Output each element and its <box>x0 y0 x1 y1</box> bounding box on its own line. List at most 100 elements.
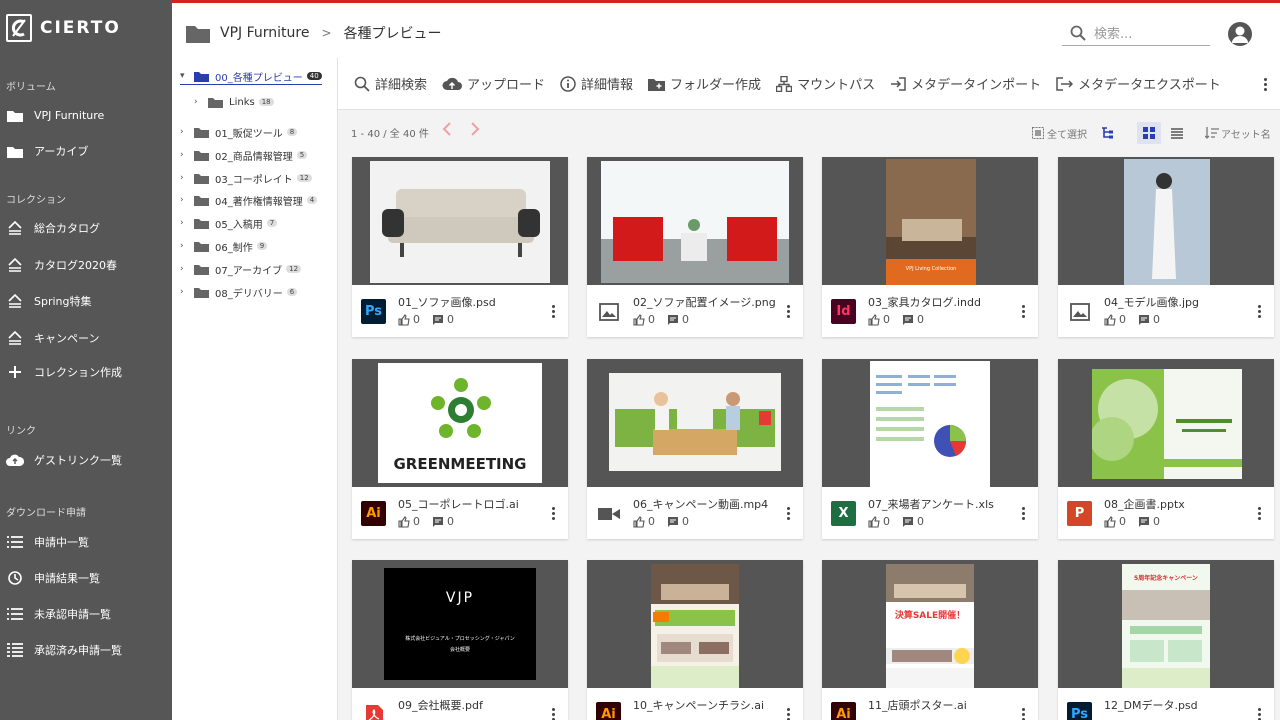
thumbs-up-icon[interactable] <box>633 515 645 528</box>
more-options-icon[interactable] <box>1258 708 1262 720</box>
thumbs-up-icon[interactable] <box>398 515 410 528</box>
tree-node-folder[interactable]: › 03_コーポレイト 12 <box>180 170 312 186</box>
asset-card[interactable]: VJP 株式会社ビジュアル・プロセッシング・ジャパン 会社概要 09_会社概要.… <box>352 560 568 720</box>
sidebar-item-catalog-2020[interactable]: カタログ2020春 <box>6 254 117 276</box>
next-page-icon[interactable] <box>470 122 480 136</box>
tree-node-links[interactable]: › Links 18 <box>194 94 274 110</box>
thumbs-up-icon[interactable] <box>633 313 645 326</box>
sidebar-item-results[interactable]: 申請結果一覧 <box>6 567 100 589</box>
asset-card[interactable]: 02_ソファ配置イメージ.png 0 0 <box>587 157 803 337</box>
asset-card[interactable]: 04_モデル画像.jpg 0 0 <box>1058 157 1274 337</box>
more-options-icon[interactable] <box>1022 305 1026 320</box>
asset-thumbnail[interactable] <box>1058 359 1274 487</box>
comment-icon[interactable] <box>667 516 679 528</box>
asset-card[interactable]: Ai 10_キャンペーンチラシ.ai <box>587 560 803 720</box>
more-menu-icon[interactable] <box>1264 78 1268 93</box>
app-logo[interactable]: CIERTO <box>6 14 121 42</box>
user-avatar[interactable] <box>1228 22 1252 46</box>
grid-view-button[interactable] <box>1137 122 1161 144</box>
breadcrumb-item-volume[interactable]: VPJ Furniture <box>220 25 309 41</box>
sidebar-item-guest-links[interactable]: ゲストリンク一覧 <box>6 449 122 471</box>
asset-thumbnail[interactable]: 決算SALE開催！ <box>822 560 1038 688</box>
asset-name: 09_会社概要.pdf <box>398 699 483 712</box>
asset-thumbnail[interactable] <box>587 560 803 688</box>
comment-icon[interactable] <box>902 516 914 528</box>
metadata-import-button[interactable]: メタデータインポート <box>890 74 1041 93</box>
asset-card[interactable]: X 07_来場者アンケート.xls 0 0 <box>822 359 1038 539</box>
more-options-icon[interactable] <box>552 708 556 720</box>
asset-thumbnail[interactable] <box>587 359 803 487</box>
details-button[interactable]: 詳細情報 <box>560 74 633 93</box>
more-options-icon[interactable] <box>552 305 556 320</box>
sidebar-item-pending[interactable]: 申請中一覧 <box>6 531 89 553</box>
asset-thumbnail[interactable]: VJP 株式会社ビジュアル・プロセッシング・ジャパン 会社概要 <box>352 560 568 688</box>
asset-card[interactable]: P 08_企画書.pptx 0 0 <box>1058 359 1274 539</box>
asset-thumbnail[interactable]: 5周年記念キャンペーン <box>1058 560 1274 688</box>
mount-path-button[interactable]: マウントパス <box>776 74 875 93</box>
sidebar-item-campaign[interactable]: キャンペーン <box>6 327 99 349</box>
more-options-icon[interactable] <box>787 708 791 720</box>
asset-card[interactable]: GREENMEETING Ai 05_コーポレートロゴ.ai 0 0 <box>352 359 568 539</box>
sidebar-item-unapproved[interactable]: 未承認申請一覧 <box>6 603 111 625</box>
select-all-icon[interactable] <box>1032 127 1044 139</box>
tree-node-folder[interactable]: › 05_入稿用 7 <box>180 215 278 231</box>
asset-card[interactable]: VPJ Living Collection Id 03_家具カタログ.indd … <box>822 157 1038 337</box>
more-options-icon[interactable] <box>552 507 556 522</box>
more-options-icon[interactable] <box>1258 305 1262 320</box>
more-options-icon[interactable] <box>1022 507 1026 522</box>
create-collection-button[interactable]: コレクション作成 <box>6 361 122 383</box>
list-view-button[interactable] <box>1165 122 1189 144</box>
tree-node-folder[interactable]: › 07_アーカイブ 12 <box>180 261 302 277</box>
tree-node-folder[interactable]: › 02_商品情報管理 5 <box>180 147 308 163</box>
asset-thumbnail[interactable] <box>352 157 568 285</box>
thumbs-up-icon[interactable] <box>868 515 880 528</box>
create-folder-button[interactable]: フォルダー作成 <box>648 74 761 93</box>
comment-icon[interactable] <box>667 314 679 326</box>
advanced-search-button[interactable]: 詳細検索 <box>354 74 427 93</box>
metadata-export-button[interactable]: メタデータエクスポート <box>1056 74 1221 93</box>
select-all-label[interactable]: 全て選択 <box>1047 126 1087 141</box>
tree-view-icon[interactable] <box>1101 127 1115 139</box>
count-badge: 6 <box>286 288 298 296</box>
asset-name: 10_キャンペーンチラシ.ai <box>633 699 765 712</box>
thumbs-up-icon[interactable] <box>1104 313 1116 326</box>
comment-icon[interactable] <box>432 516 444 528</box>
sidebar-item-archive[interactable]: アーカイブ <box>6 140 88 162</box>
more-options-icon[interactable] <box>787 507 791 522</box>
asset-card[interactable]: 決算SALE開催！ Ai 11_店頭ポスター.ai <box>822 560 1038 720</box>
asset-thumbnail[interactable] <box>1058 157 1274 285</box>
sidebar-item-catalog-all[interactable]: 総合カタログ <box>6 217 100 239</box>
asset-card[interactable]: 06_キャンペーン動画.mp4 0 0 <box>587 359 803 539</box>
more-options-icon[interactable] <box>787 305 791 320</box>
sort-icon[interactable] <box>1205 127 1219 139</box>
asset-card[interactable]: 5周年記念キャンペーン Ps 12_DMデータ.psd <box>1058 560 1274 720</box>
count-badge: 5 <box>296 151 308 159</box>
sort-label[interactable]: アセット名 <box>1221 126 1271 141</box>
tree-node-folder[interactable]: › 04_著作権情報管理 4 <box>180 192 318 208</box>
search-placeholder: 検索... <box>1094 27 1133 42</box>
asset-thumbnail[interactable] <box>587 157 803 285</box>
sidebar-item-spring[interactable]: Spring特集 <box>6 290 92 312</box>
more-options-icon[interactable] <box>1022 708 1026 720</box>
upload-button[interactable]: アップロード <box>442 74 545 93</box>
tree-node-active[interactable]: ▾ 00_各種プレビュー 40 <box>180 69 322 85</box>
comment-icon[interactable] <box>1138 516 1150 528</box>
comment-icon[interactable] <box>902 314 914 326</box>
prev-page-icon[interactable] <box>442 122 452 136</box>
asset-thumbnail[interactable]: GREENMEETING <box>352 359 568 487</box>
asset-thumbnail[interactable] <box>822 359 1038 487</box>
thumbs-up-icon[interactable] <box>1104 515 1116 528</box>
search-input[interactable]: 検索... <box>1062 20 1210 46</box>
tree-node-folder[interactable]: › 08_デリバリー 6 <box>180 284 298 300</box>
asset-thumbnail[interactable]: VPJ Living Collection <box>822 157 1038 285</box>
thumbs-up-icon[interactable] <box>398 313 410 326</box>
tree-node-folder[interactable]: › 06_制作 9 <box>180 238 268 254</box>
thumbs-up-icon[interactable] <box>868 313 880 326</box>
sidebar-item-vpj-furniture[interactable]: VPJ Furniture <box>6 104 104 126</box>
asset-card[interactable]: Ps 01_ソファ画像.psd 0 0 <box>352 157 568 337</box>
more-options-icon[interactable] <box>1258 507 1262 522</box>
tree-node-folder[interactable]: › 01_販促ツール 8 <box>180 124 298 140</box>
comment-icon[interactable] <box>1138 314 1150 326</box>
sidebar-item-approved[interactable]: 承認済み申請一覧 <box>6 639 122 661</box>
comment-icon[interactable] <box>432 314 444 326</box>
